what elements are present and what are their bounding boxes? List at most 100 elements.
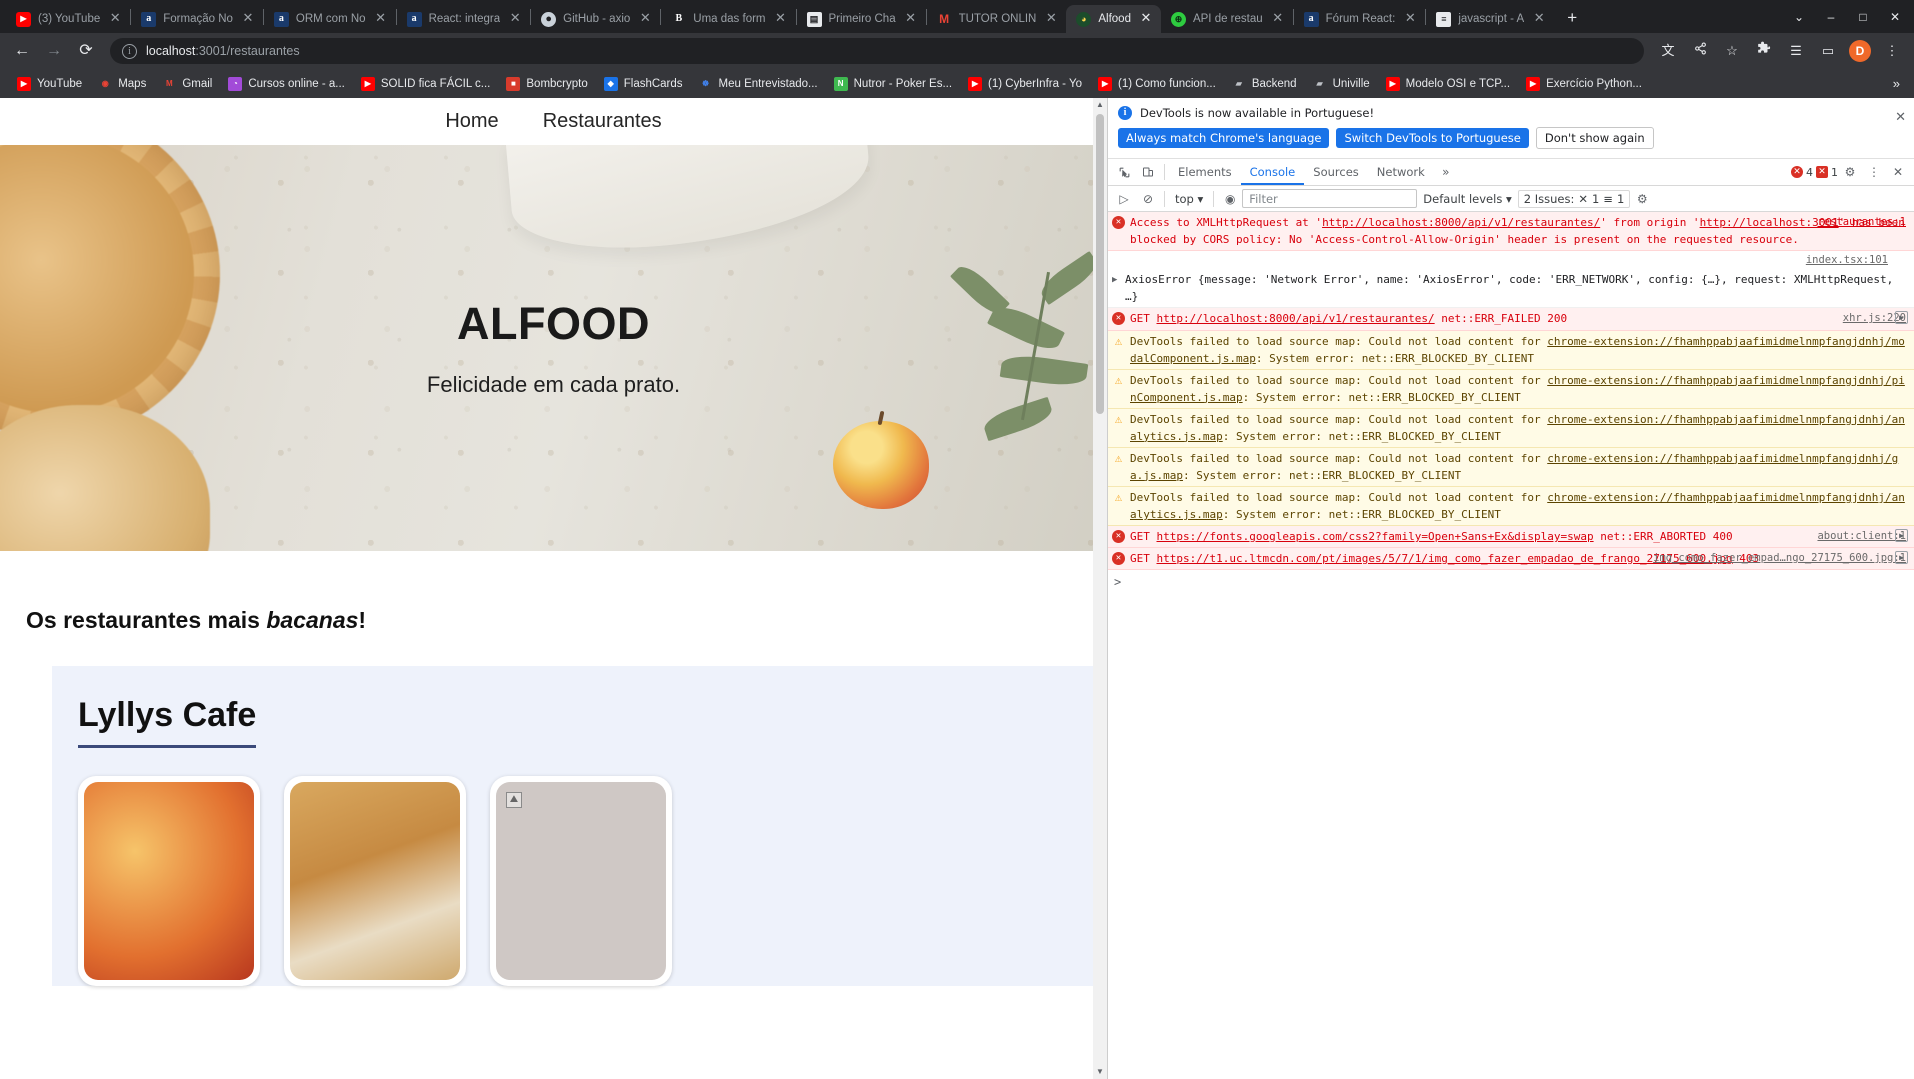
browser-tab-active[interactable]: ◕ Alfood ✕ (1066, 5, 1161, 33)
expand-arrow-icon[interactable]: ▶ (1112, 274, 1120, 305)
browser-tab[interactable]: a Fórum React: ✕ (1294, 5, 1426, 33)
tab-elements[interactable]: Elements (1169, 159, 1241, 185)
console-source-link[interactable]: about:client:1 (1817, 528, 1906, 544)
forward-button[interactable]: → (40, 37, 68, 65)
tab-console[interactable]: Console (1240, 159, 1305, 185)
console-link[interactable]: http://localhost:8000/api/v1/restaurante… (1322, 216, 1600, 229)
dish-item[interactable] (284, 776, 466, 986)
bookmark-item[interactable]: ■ Bombcrypto (499, 74, 594, 94)
tab-close-icon[interactable]: ✕ (1531, 11, 1547, 27)
network-request-icon[interactable]: ▶ (1895, 551, 1908, 565)
bookmark-star-icon[interactable]: ☆ (1718, 37, 1746, 65)
page-scrollbar-thumb[interactable] (1096, 114, 1104, 414)
console-message-list[interactable]: ✕ Access to XMLHttpRequest at 'http://loc… (1108, 212, 1914, 1079)
dont-show-again-button[interactable]: Don't show again (1535, 127, 1654, 149)
bookmark-item[interactable]: ▶ Modelo OSI e TCP... (1379, 74, 1517, 94)
browser-tab[interactable]: ≡ javascript - A ✕ (1426, 5, 1554, 33)
console-message-warning[interactable]: ⚠ DevTools failed to load source map: Cou… (1108, 369, 1914, 409)
bookmark-item[interactable]: M Gmail (155, 74, 219, 94)
bookmark-item[interactable]: ▰ Univille (1306, 74, 1377, 94)
browser-menu-icon[interactable]: ⋮ (1878, 37, 1906, 65)
minimize-button[interactable]: – (1816, 6, 1846, 28)
address-bar[interactable]: i localhost:3001/restaurantes (110, 38, 1644, 64)
clear-console-icon[interactable]: ⊘ (1136, 188, 1160, 210)
side-panel-icon[interactable]: ▭ (1814, 37, 1842, 65)
back-button[interactable]: ← (8, 37, 36, 65)
bookmark-item[interactable]: N Nutror - Poker Es... (827, 74, 959, 94)
execution-context-select[interactable]: top ▾ (1169, 190, 1209, 208)
bookmarks-overflow-button[interactable]: » (1889, 76, 1904, 91)
browser-tab[interactable]: M TUTOR ONLIN ✕ (927, 5, 1067, 33)
console-message-warning[interactable]: ⚠ DevTools failed to load source map: Cou… (1108, 408, 1914, 448)
dish-item[interactable]: ⛰ (490, 776, 672, 986)
tab-close-icon[interactable]: ✕ (507, 11, 523, 27)
bookmark-item[interactable]: ☸ Meu Entrevistado... (692, 74, 825, 94)
bookmark-item[interactable]: ▶ YouTube (10, 74, 89, 94)
banner-close-icon[interactable]: ✕ (1895, 110, 1906, 125)
tab-close-icon[interactable]: ✕ (240, 11, 256, 27)
console-message-warning[interactable]: ⚠ DevTools failed to load source map: Cou… (1108, 447, 1914, 487)
live-expression-icon[interactable]: ◉ (1218, 188, 1242, 210)
browser-tab[interactable]: ⊕ API de restau ✕ (1161, 5, 1293, 33)
bookmark-item[interactable]: ▶ (1) CyberInfra - Yo (961, 74, 1089, 94)
devtools-more-icon[interactable]: ⋮ (1862, 161, 1886, 183)
console-message-error[interactable]: ✕ GET https://fonts.googleapis.com/css2?f… (1108, 525, 1914, 549)
device-toolbar-icon[interactable] (1136, 161, 1160, 183)
tab-close-icon[interactable]: ✕ (903, 11, 919, 27)
reload-button[interactable]: ⟳ (72, 37, 100, 65)
inspect-element-icon[interactable] (1112, 161, 1136, 183)
bookmark-item[interactable]: ▶ (1) Como funcion... (1091, 74, 1223, 94)
console-message-warning[interactable]: ⚠ DevTools failed to load source map: Cou… (1108, 330, 1914, 370)
close-window-button[interactable]: ✕ (1880, 6, 1910, 28)
console-link[interactable]: https://t1.uc.ltmcdn.com/pt/images/5/7/1… (1157, 552, 1733, 565)
tab-close-icon[interactable]: ✕ (1138, 11, 1154, 27)
console-message-error[interactable]: ✕ GET https://t1.uc.ltmcdn.com/pt/images/… (1108, 548, 1914, 571)
gear-icon[interactable]: ⚙ (1838, 161, 1862, 183)
bookmark-item[interactable]: ▶ SOLID fica FÁCIL c... (354, 74, 498, 94)
nav-link-home[interactable]: Home (445, 110, 498, 133)
extensions-icon[interactable] (1750, 37, 1778, 65)
tabs-overflow-icon[interactable]: » (1434, 161, 1458, 183)
devtools-close-icon[interactable]: ✕ (1886, 161, 1910, 183)
bookmark-item[interactable]: ◉ Maps (91, 74, 153, 94)
switch-to-portuguese-button[interactable]: Switch DevTools to Portuguese (1336, 128, 1529, 148)
console-source-link[interactable]: index.tsx:101 (1108, 251, 1914, 270)
browser-tab[interactable]: ▤ Primeiro Cha ✕ (797, 5, 926, 33)
bookmark-item[interactable]: ◔ Cursos online - a... (221, 74, 352, 94)
console-source-link[interactable]: restaurantes:1 (1817, 214, 1906, 230)
nav-link-restaurantes[interactable]: Restaurantes (543, 110, 662, 133)
bookmark-item[interactable]: ▶ Exercício Python... (1519, 74, 1649, 94)
console-filter-input[interactable]: Filter (1242, 189, 1418, 208)
share-icon[interactable] (1686, 37, 1714, 65)
console-message-warning[interactable]: ⚠ DevTools failed to load source map: Cou… (1108, 486, 1914, 526)
browser-tab[interactable]: ● GitHub - axio ✕ (531, 5, 660, 33)
reading-list-icon[interactable]: ☰ (1782, 37, 1810, 65)
profile-avatar[interactable]: D (1849, 40, 1871, 62)
browser-tab[interactable]: a Formação No ✕ (131, 5, 263, 33)
site-info-icon[interactable]: i (122, 43, 137, 59)
warning-count-badge[interactable]: ✕ 1 (1816, 166, 1838, 179)
console-message-error[interactable]: ✕ GET http://localhost:8000/api/v1/restau… (1108, 308, 1914, 331)
error-count-badge[interactable]: ✕ 4 (1791, 166, 1813, 179)
tab-close-icon[interactable]: ✕ (107, 11, 123, 27)
scroll-up-arrow[interactable]: ▲ (1096, 98, 1104, 112)
new-tab-button[interactable]: + (1558, 5, 1586, 33)
console-settings-gear-icon[interactable]: ⚙ (1630, 188, 1654, 210)
network-request-icon[interactable]: ▶ (1895, 528, 1908, 542)
network-request-icon[interactable]: ▶ (1895, 311, 1908, 325)
bookmark-item[interactable]: ◆ FlashCards (597, 74, 690, 94)
issues-button[interactable]: 2 Issues: ✕ 1 ≡ 1 (1517, 189, 1631, 208)
tab-network[interactable]: Network (1368, 159, 1434, 185)
console-sidebar-icon[interactable]: ▷ (1112, 188, 1136, 210)
console-prompt[interactable]: > (1108, 570, 1914, 595)
tab-close-icon[interactable]: ✕ (637, 11, 653, 27)
browser-tab[interactable]: B Uma das form ✕ (661, 5, 795, 33)
tab-close-icon[interactable]: ✕ (1402, 11, 1418, 27)
page-scrollbar[interactable]: ▲ ▼ (1093, 98, 1107, 1079)
console-source-link[interactable]: img_como_fazer_empad…ngo_27175_600.jpg:1 (1653, 550, 1906, 566)
tab-sources[interactable]: Sources (1304, 159, 1368, 185)
console-link[interactable]: https://fonts.googleapis.com/css2?family… (1157, 530, 1594, 543)
maximize-button[interactable]: □ (1848, 6, 1878, 28)
console-message-plain[interactable]: ▶ AxiosError {message: 'Network Error', n… (1108, 269, 1914, 309)
console-link[interactable]: http://localhost:8000/api/v1/restaurante… (1157, 312, 1435, 325)
